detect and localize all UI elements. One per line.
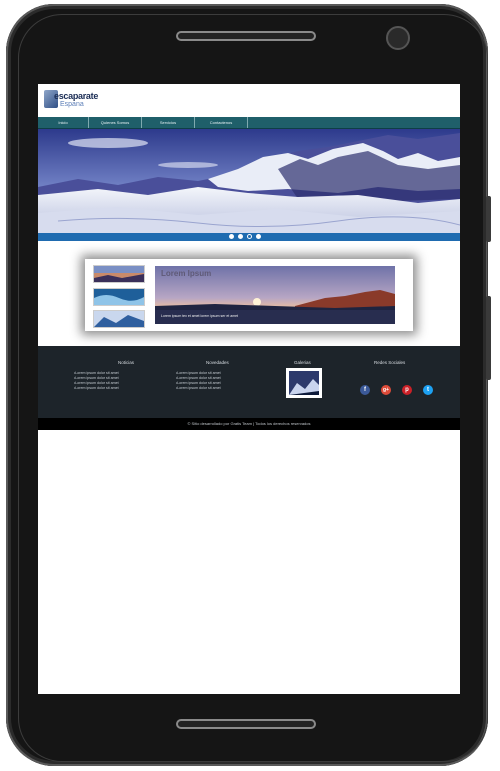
- footer-title-galerias: Galerias: [294, 360, 311, 365]
- ice-thumb-image: [94, 311, 144, 327]
- footer-title-redes-sociales: Redes Sociales: [374, 360, 406, 365]
- copyright-bar: © Sitio desarrollado por Gratis Team | T…: [38, 418, 460, 430]
- slider-dot-2[interactable]: [238, 234, 243, 239]
- slider-dot-4[interactable]: [256, 234, 261, 239]
- nav-item-servicios[interactable]: Servicios: [142, 117, 195, 128]
- featured-thumbnail-2[interactable]: [93, 288, 145, 306]
- slider-dot-3[interactable]: [247, 234, 252, 239]
- featured-caption: Lorem ipsum tex et amet lorem ipsum ser …: [161, 314, 239, 318]
- footer-link[interactable]: Lorem ipsum dolor sit amet: [176, 386, 220, 391]
- nav-item-quienes-somos[interactable]: Quienes Somos: [89, 117, 142, 128]
- footer-link[interactable]: Lorem ipsum dolor sit amet: [74, 386, 118, 391]
- footer-list-noticias: Lorem ipsum dolor sit amet Lorem ipsum d…: [74, 371, 118, 391]
- phone-screen: escaparate Espana Inicio Quienes Somos S…: [38, 84, 460, 694]
- pinterest-icon[interactable]: p: [402, 385, 412, 395]
- main-nav: Inicio Quienes Somos Servicios Contacten…: [38, 117, 460, 129]
- logo-title: escaparate: [54, 91, 99, 101]
- footer-title-noticias: Noticias: [118, 360, 135, 365]
- facebook-icon[interactable]: f: [360, 385, 370, 395]
- sunset-thumb-image: [94, 266, 144, 282]
- earpiece-speaker: [176, 31, 316, 41]
- site-footer: Noticias Lorem ipsum dolor sit amet Lore…: [38, 346, 460, 418]
- slider-pager: [38, 233, 460, 241]
- footer-list-novedades: Lorem ipsum dolor sit amet Lorem ipsum d…: [176, 371, 220, 391]
- featured-title: Lorem Ipsum: [161, 269, 212, 278]
- google-plus-icon[interactable]: g+: [381, 385, 391, 395]
- gallery-thumbnail[interactable]: [286, 368, 322, 398]
- copyright-text: © Sitio desarrollado por Gratis Team | T…: [187, 421, 311, 426]
- front-camera: [386, 26, 410, 50]
- nav-item-contactenos[interactable]: Contactenos: [195, 117, 248, 128]
- hero-slider[interactable]: [38, 129, 460, 233]
- logo-subtitle: Espana: [60, 101, 84, 108]
- site-header: escaparate Espana: [38, 84, 460, 116]
- featured-thumbnail-3[interactable]: [93, 310, 145, 328]
- twitter-icon[interactable]: t: [423, 385, 433, 395]
- featured-main-image[interactable]: Lorem Ipsum Lorem ipsum tex et amet lore…: [155, 266, 395, 324]
- bottom-speaker: [176, 719, 316, 729]
- featured-thumbnail-1[interactable]: [93, 265, 145, 283]
- featured-box: Lorem Ipsum Lorem ipsum tex et amet lore…: [85, 259, 413, 331]
- slider-dot-1[interactable]: [229, 234, 234, 239]
- footer-title-novedades: Novedades: [206, 360, 229, 365]
- hero-mountain-image: [38, 129, 460, 233]
- wave-thumb-image: [94, 289, 144, 305]
- gallery-image: [289, 371, 319, 395]
- nav-item-inicio[interactable]: Inicio: [38, 117, 89, 128]
- site-logo[interactable]: escaparate Espana: [42, 88, 112, 112]
- volume-button[interactable]: [486, 196, 491, 242]
- power-button[interactable]: [486, 296, 491, 380]
